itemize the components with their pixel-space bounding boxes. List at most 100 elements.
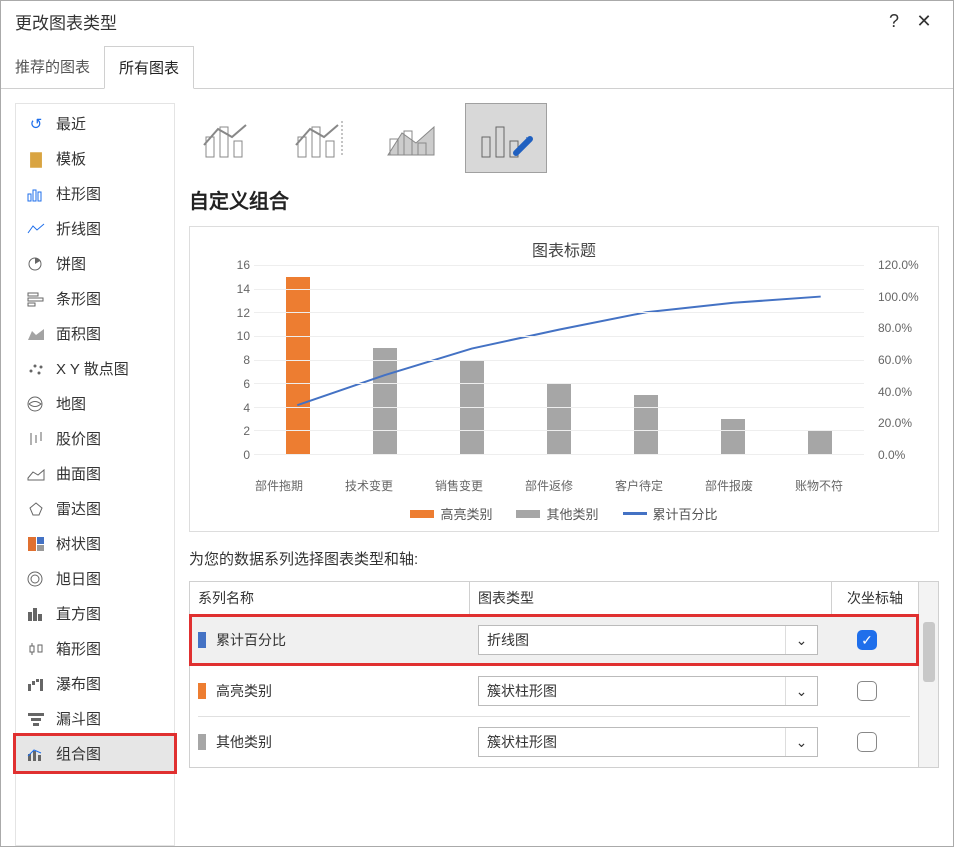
window-title: 更改图表类型 bbox=[15, 9, 117, 34]
help-button[interactable]: ? bbox=[879, 11, 909, 32]
sidebar-item-combo[interactable]: 组合图 bbox=[16, 736, 174, 771]
legend-swatch-highlight bbox=[410, 510, 434, 518]
sidebar-item-label: 股价图 bbox=[56, 428, 101, 449]
treemap-chart-icon bbox=[26, 535, 46, 553]
surface-chart-icon bbox=[26, 465, 46, 483]
legend-label: 高亮类别 bbox=[440, 504, 492, 523]
combo-subtype-3[interactable] bbox=[373, 103, 455, 173]
stock-chart-icon bbox=[26, 430, 46, 448]
column-chart-icon bbox=[26, 185, 46, 203]
combo-thumb-icon bbox=[292, 115, 352, 161]
sidebar-item-pie[interactable]: 饼图 bbox=[16, 246, 174, 281]
sidebar-item-label: 直方图 bbox=[56, 603, 101, 624]
line-chart-icon bbox=[26, 220, 46, 238]
sidebar-item-histogram[interactable]: 直方图 bbox=[16, 596, 174, 631]
secondary-axis-checkbox[interactable] bbox=[857, 732, 877, 752]
scatter-chart-icon bbox=[26, 360, 46, 378]
section-title: 自定义组合 bbox=[189, 185, 939, 214]
sidebar-item-radar[interactable]: 雷达图 bbox=[16, 491, 174, 526]
chart-type-select[interactable]: 簇状柱形图 ⌄ bbox=[478, 727, 818, 757]
sidebar-item-label: 瀑布图 bbox=[56, 673, 101, 694]
sidebar-item-label: 面积图 bbox=[56, 323, 101, 344]
sidebar-item-area[interactable]: 面积图 bbox=[16, 316, 174, 351]
tab-all-charts[interactable]: 所有图表 bbox=[104, 46, 194, 89]
chart-legend: 高亮类别 其他类别 累计百分比 bbox=[210, 504, 918, 523]
sidebar-item-label: 旭日图 bbox=[56, 568, 101, 589]
chart-type-select[interactable]: 簇状柱形图 ⌄ bbox=[478, 676, 818, 706]
map-chart-icon bbox=[26, 395, 46, 413]
close-button[interactable]: ✕ bbox=[909, 11, 939, 32]
sidebar-item-label: 最近 bbox=[56, 113, 86, 134]
sidebar-item-label: 饼图 bbox=[56, 253, 86, 274]
bar-chart-icon bbox=[26, 290, 46, 308]
sidebar-item-recent[interactable]: ↺ 最近 bbox=[16, 106, 174, 141]
series-row-cumulative[interactable]: 累计百分比 折线图 ⌄ ✓ bbox=[190, 615, 918, 665]
combo-subtype-2[interactable] bbox=[281, 103, 363, 173]
sidebar-item-label: 箱形图 bbox=[56, 638, 101, 659]
waterfall-chart-icon bbox=[26, 675, 46, 693]
scrollbar-thumb[interactable] bbox=[923, 622, 935, 682]
tab-recommended[interactable]: 推荐的图表 bbox=[1, 46, 104, 88]
legend-label: 其他类别 bbox=[546, 504, 598, 523]
chevron-down-icon[interactable]: ⌄ bbox=[785, 626, 817, 654]
combo-custom-icon bbox=[476, 115, 536, 161]
chart-type-sidebar: ↺ 最近 ▇ 模板 柱形图 折线图 饼图 条形图 bbox=[15, 103, 175, 846]
chart-preview: 图表标题 0246810121416 0.0%20.0%40.0%60.0%80… bbox=[189, 226, 939, 532]
select-value: 簇状柱形图 bbox=[479, 728, 785, 756]
sidebar-item-scatter[interactable]: X Y 散点图 bbox=[16, 351, 174, 386]
chart-title: 图表标题 bbox=[210, 237, 918, 261]
series-name: 其他类别 bbox=[216, 732, 272, 752]
sidebar-item-stock[interactable]: 股价图 bbox=[16, 421, 174, 456]
radar-chart-icon bbox=[26, 500, 46, 518]
combo-thumb-icon bbox=[200, 115, 260, 161]
sidebar-item-templates[interactable]: ▇ 模板 bbox=[16, 141, 174, 176]
series-name: 累计百分比 bbox=[216, 630, 286, 650]
combo-subtype-row bbox=[189, 103, 939, 173]
histogram-chart-icon bbox=[26, 605, 46, 623]
col-header-name: 系列名称 bbox=[190, 582, 470, 614]
sidebar-item-label: 组合图 bbox=[56, 743, 101, 764]
combo-thumb-icon bbox=[384, 115, 444, 161]
pie-chart-icon bbox=[26, 255, 46, 273]
sidebar-item-label: 曲面图 bbox=[56, 463, 101, 484]
combo-subtype-1[interactable] bbox=[189, 103, 271, 173]
funnel-chart-icon bbox=[26, 710, 46, 728]
chevron-down-icon[interactable]: ⌄ bbox=[785, 728, 817, 756]
series-row-highlight[interactable]: 高亮类别 簇状柱形图 ⌄ bbox=[190, 666, 918, 716]
legend-swatch-other bbox=[516, 510, 540, 518]
sidebar-item-column[interactable]: 柱形图 bbox=[16, 176, 174, 211]
col-header-secondary: 次坐标轴 bbox=[832, 582, 918, 614]
sidebar-item-treemap[interactable]: 树状图 bbox=[16, 526, 174, 561]
x-axis-labels: 部件拖期技术变更销售变更部件返修客户待定部件报废账物不符 bbox=[234, 475, 864, 494]
sidebar-item-label: 漏斗图 bbox=[56, 708, 101, 729]
chart-plot bbox=[254, 265, 864, 455]
sidebar-item-label: 柱形图 bbox=[56, 183, 101, 204]
sidebar-item-sunburst[interactable]: 旭日图 bbox=[16, 561, 174, 596]
legend-label: 累计百分比 bbox=[653, 504, 718, 523]
sidebar-item-waterfall[interactable]: 瀑布图 bbox=[16, 666, 174, 701]
sidebar-item-box[interactable]: 箱形图 bbox=[16, 631, 174, 666]
secondary-axis-checkbox[interactable]: ✓ bbox=[857, 630, 877, 650]
sidebar-item-label: 条形图 bbox=[56, 288, 101, 309]
secondary-axis-checkbox[interactable] bbox=[857, 681, 877, 701]
sidebar-item-map[interactable]: 地图 bbox=[16, 386, 174, 421]
series-name: 高亮类别 bbox=[216, 681, 272, 701]
sidebar-item-label: 地图 bbox=[56, 393, 86, 414]
series-row-other[interactable]: 其他类别 簇状柱形图 ⌄ bbox=[190, 717, 918, 767]
series-table: 系列名称 图表类型 次坐标轴 累计百分比 折线图 ⌄ bbox=[189, 581, 919, 768]
chart-type-select[interactable]: 折线图 ⌄ bbox=[478, 625, 818, 655]
sidebar-item-bar[interactable]: 条形图 bbox=[16, 281, 174, 316]
chevron-down-icon[interactable]: ⌄ bbox=[785, 677, 817, 705]
series-color-swatch bbox=[198, 734, 206, 750]
series-section-label: 为您的数据系列选择图表类型和轴: bbox=[189, 548, 939, 569]
sidebar-item-funnel[interactable]: 漏斗图 bbox=[16, 701, 174, 736]
recent-icon: ↺ bbox=[26, 115, 46, 133]
select-value: 簇状柱形图 bbox=[479, 677, 785, 705]
sidebar-item-label: 树状图 bbox=[56, 533, 101, 554]
series-scrollbar[interactable] bbox=[919, 581, 939, 768]
series-color-swatch bbox=[198, 683, 206, 699]
combo-subtype-custom[interactable] bbox=[465, 103, 547, 173]
sidebar-item-surface[interactable]: 曲面图 bbox=[16, 456, 174, 491]
y-left-axis: 0246810121416 bbox=[222, 265, 250, 455]
sidebar-item-line[interactable]: 折线图 bbox=[16, 211, 174, 246]
